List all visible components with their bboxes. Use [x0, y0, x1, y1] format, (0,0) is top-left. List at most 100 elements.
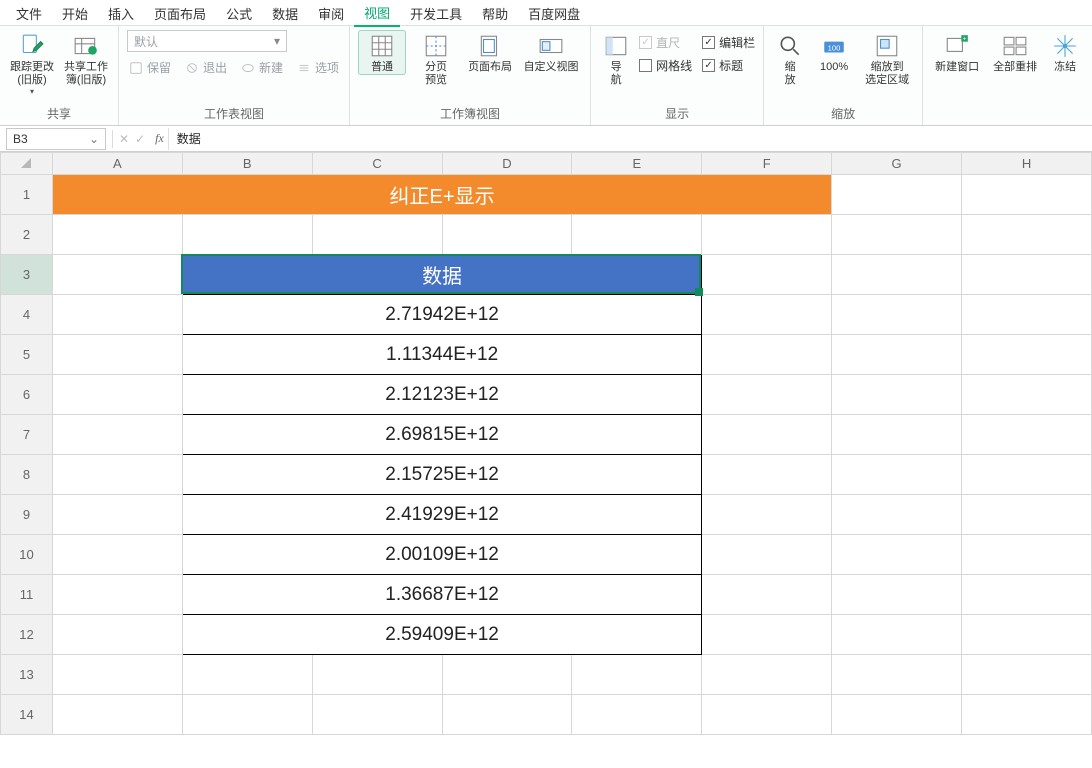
cell[interactable] — [962, 175, 1092, 215]
name-box[interactable]: B3 — [6, 128, 106, 150]
normal-view-button[interactable]: 普通 — [358, 30, 406, 75]
cell[interactable] — [832, 335, 962, 375]
gridlines-checkbox[interactable]: 网格线 — [639, 57, 692, 74]
cell[interactable] — [702, 295, 832, 335]
page-break-button[interactable]: 分页 预览 — [412, 30, 460, 88]
row-header[interactable]: 8 — [1, 455, 53, 495]
cell[interactable] — [832, 255, 962, 295]
cell[interactable] — [832, 375, 962, 415]
cell[interactable] — [702, 615, 832, 655]
cell[interactable] — [442, 655, 572, 695]
cell[interactable] — [962, 215, 1092, 255]
cell[interactable] — [832, 655, 962, 695]
menu-item-3[interactable]: 页面布局 — [144, 1, 216, 26]
new-window-button[interactable]: + 新建窗口 — [931, 30, 983, 75]
cell[interactable] — [52, 455, 182, 495]
col-header[interactable]: C — [312, 153, 442, 175]
cell[interactable] — [312, 695, 442, 735]
menu-item-8[interactable]: 开发工具 — [400, 1, 472, 26]
row-header[interactable]: 4 — [1, 295, 53, 335]
cell[interactable] — [442, 695, 572, 735]
enter-icon[interactable]: ✓ — [135, 132, 145, 146]
menu-item-9[interactable]: 帮助 — [472, 1, 518, 26]
cell[interactable] — [832, 495, 962, 535]
row-header[interactable]: 2 — [1, 215, 53, 255]
cell[interactable] — [962, 575, 1092, 615]
formula-input[interactable]: 数据 — [168, 128, 1092, 150]
cell[interactable] — [962, 495, 1092, 535]
menu-item-10[interactable]: 百度网盘 — [518, 1, 590, 26]
cell[interactable] — [702, 695, 832, 735]
cell[interactable] — [52, 375, 182, 415]
cell[interactable] — [962, 375, 1092, 415]
menu-item-5[interactable]: 数据 — [262, 1, 308, 26]
menu-item-6[interactable]: 审阅 — [308, 1, 354, 26]
cell[interactable] — [962, 295, 1092, 335]
headings-checkbox[interactable]: ✓标题 — [702, 57, 755, 74]
data-cell[interactable]: 2.71942E+12 — [182, 295, 702, 335]
cell[interactable] — [52, 295, 182, 335]
cell[interactable] — [832, 415, 962, 455]
data-cell[interactable]: 1.36687E+12 — [182, 575, 702, 615]
row-header[interactable]: 14 — [1, 695, 53, 735]
zoom-selection-button[interactable]: 缩放到 选定区域 — [860, 30, 914, 88]
col-header[interactable]: B — [182, 153, 312, 175]
menu-item-0[interactable]: 文件 — [6, 1, 52, 26]
cell[interactable] — [312, 655, 442, 695]
cell[interactable] — [52, 695, 182, 735]
keep-view-button[interactable]: 保留 — [127, 58, 173, 77]
cell[interactable] — [182, 655, 312, 695]
cell[interactable] — [52, 655, 182, 695]
cell[interactable] — [52, 215, 182, 255]
cell[interactable] — [182, 215, 312, 255]
data-cell[interactable]: 1.11344E+12 — [182, 335, 702, 375]
row-header[interactable]: 1 — [1, 175, 53, 215]
title-cell[interactable]: 纠正E+显示 — [52, 175, 831, 215]
menu-item-1[interactable]: 开始 — [52, 1, 98, 26]
cell[interactable] — [702, 575, 832, 615]
cell[interactable] — [962, 335, 1092, 375]
cell[interactable] — [832, 695, 962, 735]
cell[interactable] — [702, 495, 832, 535]
row-header[interactable]: 10 — [1, 535, 53, 575]
col-header[interactable]: F — [702, 153, 832, 175]
cell[interactable] — [832, 175, 962, 215]
cell[interactable] — [52, 495, 182, 535]
cell[interactable] — [52, 255, 182, 295]
navigation-button[interactable]: 导 航 — [599, 30, 633, 88]
track-changes-button[interactable]: 跟踪更改 (旧版) ▾ — [8, 30, 56, 97]
cell[interactable] — [962, 415, 1092, 455]
cell[interactable] — [702, 215, 832, 255]
select-all-corner[interactable] — [1, 153, 53, 175]
zoom-button[interactable]: 缩 放 — [772, 30, 808, 88]
row-header[interactable]: 11 — [1, 575, 53, 615]
row-header[interactable]: 7 — [1, 415, 53, 455]
cell[interactable] — [572, 695, 702, 735]
cell[interactable] — [702, 255, 832, 295]
data-cell[interactable]: 2.69815E+12 — [182, 415, 702, 455]
row-header[interactable]: 3 — [1, 255, 53, 295]
col-header[interactable]: A — [52, 153, 182, 175]
row-header[interactable]: 12 — [1, 615, 53, 655]
fx-icon[interactable]: fx — [151, 131, 168, 146]
cell[interactable] — [52, 575, 182, 615]
arrange-all-button[interactable]: 全部重排 — [989, 30, 1041, 75]
cell[interactable] — [832, 575, 962, 615]
zoom-100-button[interactable]: 100 100% — [814, 30, 854, 75]
cell[interactable] — [572, 655, 702, 695]
cell[interactable] — [962, 535, 1092, 575]
cell[interactable] — [182, 695, 312, 735]
cell[interactable] — [832, 615, 962, 655]
cell[interactable] — [312, 215, 442, 255]
cell[interactable] — [702, 455, 832, 495]
freeze-panes-button[interactable]: 冻结 — [1047, 30, 1083, 75]
cell[interactable] — [962, 615, 1092, 655]
row-header[interactable]: 5 — [1, 335, 53, 375]
new-view-button[interactable]: 新建 — [239, 58, 285, 77]
view-options-button[interactable]: 选项 — [295, 58, 341, 77]
menu-item-4[interactable]: 公式 — [216, 1, 262, 26]
cancel-icon[interactable]: ✕ — [119, 132, 129, 146]
menu-item-2[interactable]: 插入 — [98, 1, 144, 26]
cell[interactable] — [962, 655, 1092, 695]
data-cell[interactable]: 2.00109E+12 — [182, 535, 702, 575]
